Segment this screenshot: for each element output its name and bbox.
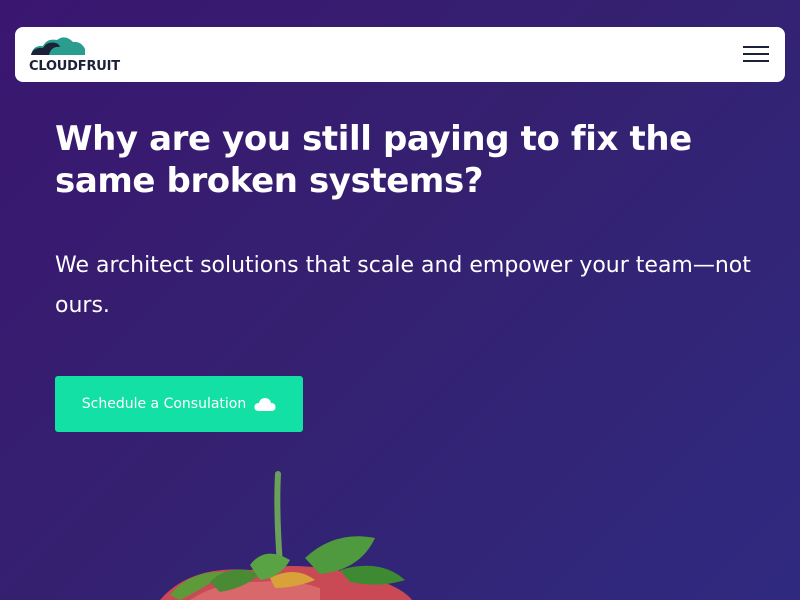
hero-subtitle: We architect solutions that scale and em… <box>55 253 751 318</box>
top-navbar: CLOUDFRUIT <box>15 27 785 82</box>
menu-bar <box>743 53 769 55</box>
menu-bar <box>743 46 769 48</box>
cloud-logo-icon <box>31 37 85 55</box>
hamburger-menu-icon[interactable] <box>743 44 771 64</box>
cloudfruit-logo[interactable]: CLOUDFRUIT <box>29 35 139 75</box>
strawberry-image <box>160 471 412 600</box>
cloud-icon <box>254 398 276 411</box>
brand-name: CLOUDFRUIT <box>29 59 120 74</box>
schedule-consultation-button[interactable]: Schedule a Consulation <box>55 376 303 432</box>
menu-bar <box>743 60 769 62</box>
hero-title: Why are you still paying to fix the same… <box>55 119 692 201</box>
cta-label: Schedule a Consulation <box>81 396 247 412</box>
